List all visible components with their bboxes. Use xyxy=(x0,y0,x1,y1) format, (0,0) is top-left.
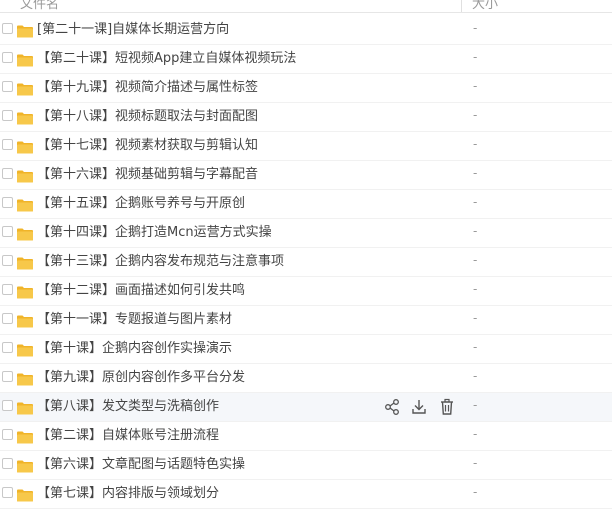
file-size: - xyxy=(473,340,478,354)
file-row[interactable]: 【第十二课】画面描述如何引发共鸣 - xyxy=(0,277,612,306)
file-list-header: 文件名 大小 xyxy=(0,0,612,13)
column-separator xyxy=(461,0,462,12)
file-row[interactable]: 【第十四课】企鹅打造Mcn运营方式实操 - xyxy=(0,219,612,248)
file-row[interactable]: 【第九课】原创内容创作多平台分发 - xyxy=(0,364,612,393)
file-size: - xyxy=(473,369,478,383)
file-size: - xyxy=(473,195,478,209)
row-checkbox[interactable] xyxy=(2,371,13,382)
file-size: - xyxy=(473,224,478,238)
file-size: - xyxy=(473,427,478,441)
folder-icon xyxy=(17,342,33,357)
file-name[interactable]: 【第十九课】视频简介描述与属性标签 xyxy=(37,79,258,96)
file-size: - xyxy=(473,79,478,93)
folder-icon xyxy=(17,52,33,67)
download-icon[interactable] xyxy=(411,398,427,416)
folder-icon xyxy=(17,139,33,154)
row-checkbox[interactable] xyxy=(2,342,13,353)
file-name[interactable]: 【第二十课】短视频App建立自媒体视频玩法 xyxy=(37,50,296,67)
file-row[interactable]: 【第十九课】视频简介描述与属性标签 - xyxy=(0,74,612,103)
file-size: - xyxy=(473,21,478,35)
folder-icon xyxy=(17,400,33,415)
row-checkbox[interactable] xyxy=(2,197,13,208)
file-list: [第二十一课]自媒体长期运营方向 - 【第二十课】短视频App建立自媒体视频玩法 - 【… xyxy=(0,16,612,509)
row-checkbox[interactable] xyxy=(2,284,13,295)
folder-icon xyxy=(17,226,33,241)
file-name[interactable]: 【第七课】内容排版与领域划分 xyxy=(37,485,219,502)
folder-icon xyxy=(17,168,33,183)
share-icon[interactable] xyxy=(384,398,400,416)
file-row[interactable]: 【第二十课】短视频App建立自媒体视频玩法 - xyxy=(0,45,612,74)
column-header-size[interactable]: 大小 xyxy=(472,0,498,12)
row-checkbox[interactable] xyxy=(2,226,13,237)
folder-icon xyxy=(17,81,33,96)
file-name[interactable]: 【第十三课】企鹅内容发布规范与注意事项 xyxy=(37,253,284,270)
row-checkbox[interactable] xyxy=(2,168,13,179)
file-row[interactable]: 【第十八课】视频标题取法与封面配图 - xyxy=(0,103,612,132)
folder-icon xyxy=(17,284,33,299)
file-name[interactable]: 【第十七课】视频素材获取与剪辑认知 xyxy=(37,137,258,154)
row-checkbox[interactable] xyxy=(2,458,13,469)
row-checkbox[interactable] xyxy=(2,255,13,266)
file-name[interactable]: 【第六课】文章配图与话题特色实操 xyxy=(37,456,245,473)
file-size: - xyxy=(473,398,478,412)
file-name[interactable]: 【第二课】自媒体账号注册流程 xyxy=(37,427,219,444)
file-size: - xyxy=(473,456,478,470)
folder-icon xyxy=(17,23,33,38)
file-name[interactable]: 【第十一课】专题报道与图片素材 xyxy=(37,311,232,328)
file-row[interactable]: 【第十三课】企鹅内容发布规范与注意事项 - xyxy=(0,248,612,277)
row-checkbox[interactable] xyxy=(2,400,13,411)
row-checkbox[interactable] xyxy=(2,429,13,440)
row-checkbox[interactable] xyxy=(2,52,13,63)
file-size: - xyxy=(473,282,478,296)
folder-icon xyxy=(17,371,33,386)
file-name[interactable]: 【第九课】原创内容创作多平台分发 xyxy=(37,369,245,386)
file-size: - xyxy=(473,166,478,180)
file-row[interactable]: 【第十七课】视频素材获取与剪辑认知 - xyxy=(0,132,612,161)
file-row[interactable]: 【第十课】企鹅内容创作实操演示 - xyxy=(0,335,612,364)
file-row[interactable]: [第二十一课]自媒体长期运营方向 - xyxy=(0,16,612,45)
folder-icon xyxy=(17,458,33,473)
row-checkbox[interactable] xyxy=(2,81,13,92)
file-name[interactable]: 【第十二课】画面描述如何引发共鸣 xyxy=(37,282,245,299)
file-name[interactable]: 【第八课】发文类型与洗稿创作 xyxy=(37,398,219,415)
file-name[interactable]: 【第十四课】企鹅打造Mcn运营方式实操 xyxy=(37,224,272,241)
file-row[interactable]: 【第二课】自媒体账号注册流程 - xyxy=(0,422,612,451)
folder-icon xyxy=(17,110,33,125)
file-name[interactable]: 【第十六课】视频基础剪辑与字幕配音 xyxy=(37,166,258,183)
column-header-name[interactable]: 文件名 xyxy=(20,0,59,12)
folder-icon xyxy=(17,255,33,270)
row-checkbox[interactable] xyxy=(2,313,13,324)
folder-icon xyxy=(17,197,33,212)
row-checkbox[interactable] xyxy=(2,487,13,498)
row-checkbox[interactable] xyxy=(2,110,13,121)
file-name[interactable]: 【第十课】企鹅内容创作实操演示 xyxy=(37,340,232,357)
file-row[interactable]: 【第八课】发文类型与洗稿创作 - xyxy=(0,393,612,422)
file-name[interactable]: 【第十五课】企鹅账号养号与开原创 xyxy=(37,195,245,212)
file-row[interactable]: 【第十五课】企鹅账号养号与开原创 - xyxy=(0,190,612,219)
file-row[interactable]: 【第七课】内容排版与领域划分 - xyxy=(0,480,612,509)
row-checkbox[interactable] xyxy=(2,23,13,34)
file-row[interactable]: 【第六课】文章配图与话题特色实操 - xyxy=(0,451,612,480)
file-size: - xyxy=(473,137,478,151)
file-size: - xyxy=(473,108,478,122)
file-size: - xyxy=(473,50,478,64)
file-row[interactable]: 【第十六课】视频基础剪辑与字幕配音 - xyxy=(0,161,612,190)
folder-icon xyxy=(17,313,33,328)
folder-icon xyxy=(17,429,33,444)
file-size: - xyxy=(473,311,478,325)
row-checkbox[interactable] xyxy=(2,139,13,150)
file-name[interactable]: 【第十八课】视频标题取法与封面配图 xyxy=(37,108,258,125)
file-size: - xyxy=(473,253,478,267)
file-row[interactable]: 【第十一课】专题报道与图片素材 - xyxy=(0,306,612,335)
trash-icon[interactable] xyxy=(439,398,455,416)
file-name[interactable]: [第二十一课]自媒体长期运营方向 xyxy=(37,21,229,38)
file-size: - xyxy=(473,485,478,499)
folder-icon xyxy=(17,487,33,502)
